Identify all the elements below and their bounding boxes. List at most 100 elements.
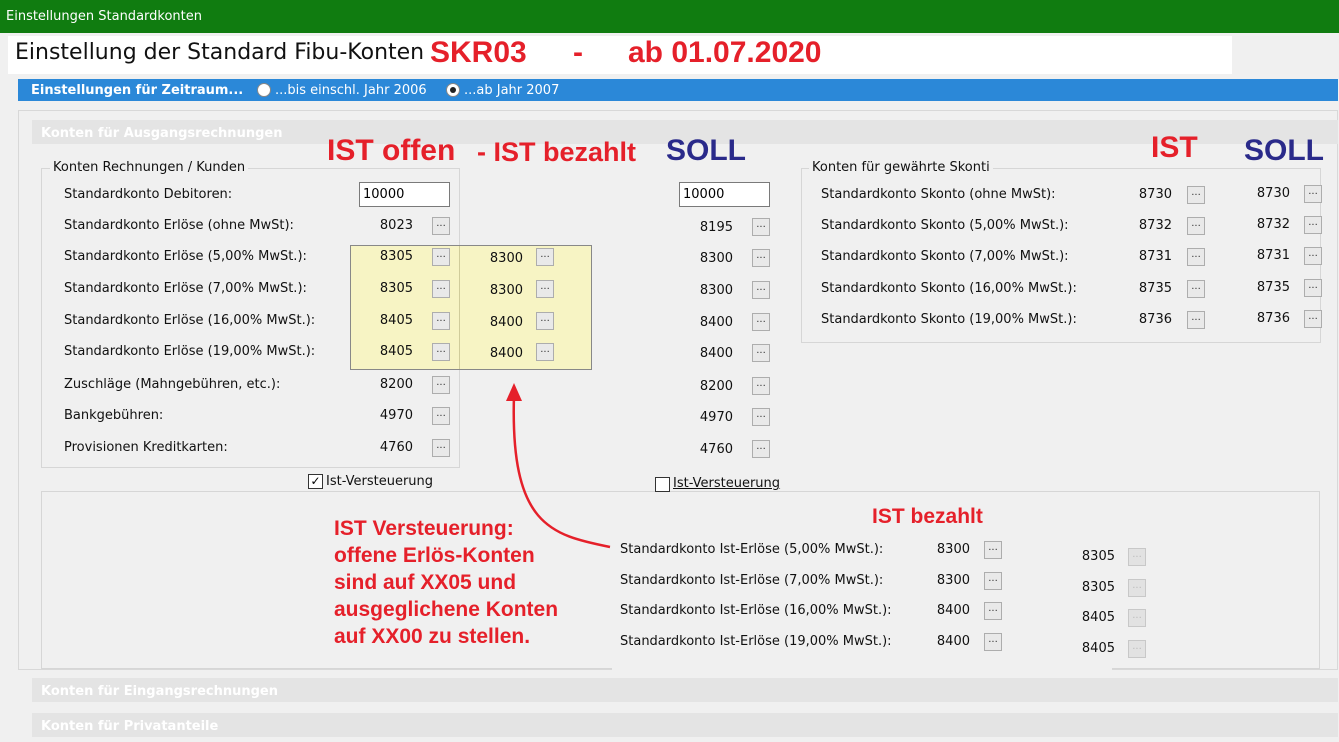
ist-erloese-disabled-value: 8305: [1081, 580, 1115, 595]
ist-offen-picker-button[interactable]: ...: [432, 217, 450, 235]
debitoren-soll-input[interactable]: 10000: [679, 182, 770, 207]
annot-ist-right: IST: [1151, 131, 1198, 164]
annot-note-line: auf XX00 zu stellen.: [334, 625, 531, 648]
account-row-label: Standardkonto Erlöse (ohne MwSt):: [64, 218, 294, 233]
account-row-label: Standardkonto Erlöse (7,00% MwSt.):: [64, 281, 307, 296]
ist-erloese-disabled-picker-button: ...: [1128, 579, 1146, 597]
ist-erloese-picker-button[interactable]: ...: [984, 633, 1002, 651]
ist-offen-value: 8305: [379, 281, 413, 296]
soll-picker-button[interactable]: ...: [752, 408, 770, 426]
ist-versteuerung-checkbox-left[interactable]: ✓: [308, 474, 323, 489]
ist-erloese-label: Standardkonto Ist-Erlöse (5,00% MwSt.):: [620, 542, 884, 557]
ist-bezahlt-picker-button[interactable]: ...: [536, 343, 554, 361]
ist-erloese-disabled-value: 8405: [1081, 610, 1115, 625]
ist-versteuerung-label-left: Ist-Versteuerung: [326, 474, 434, 489]
ist-offen-value: 8023: [379, 218, 413, 233]
soll-value: 4970: [699, 410, 733, 425]
soll-picker-button[interactable]: ...: [752, 440, 770, 458]
ist-erloese-picker-button[interactable]: ...: [984, 602, 1002, 620]
ist-erloese-value: 8300: [936, 573, 970, 588]
ist-versteuerung-checkbox-right[interactable]: [655, 477, 670, 492]
soll-picker-button[interactable]: ...: [752, 218, 770, 236]
ist-erloese-picker-button[interactable]: ...: [984, 541, 1002, 559]
skonto-soll-picker-button[interactable]: ...: [1304, 247, 1322, 265]
ist-bezahlt-picker-button[interactable]: ...: [536, 280, 554, 298]
radio-bis-2006[interactable]: [257, 83, 271, 97]
ist-bezahlt-value: 8400: [489, 346, 523, 361]
annot-skr: SKR03: [430, 36, 527, 69]
soll-value: 8300: [699, 283, 733, 298]
ist-bezahlt-picker-button[interactable]: ...: [536, 312, 554, 330]
skonto-ist-picker-button[interactable]: ...: [1187, 248, 1205, 266]
page-title: Einstellung der Standard Fibu-Konten: [15, 40, 425, 65]
radio-bis-2006-label: ...bis einschl. Jahr 2006: [275, 83, 427, 98]
skonto-ist-picker-button[interactable]: ...: [1187, 186, 1205, 204]
annot-soll: SOLL: [666, 134, 746, 167]
ist-bezahlt-value: 8300: [489, 283, 523, 298]
soll-picker-button[interactable]: ...: [752, 281, 770, 299]
ist-erloese-disabled-value: 8405: [1081, 641, 1115, 656]
ist-offen-value: 8305: [379, 249, 413, 264]
ist-offen-value: 4760: [379, 440, 413, 455]
window-titlebar: Einstellungen Standardkonten: [0, 0, 1339, 33]
zeitraum-label: Einstellungen für Zeitraum...: [31, 83, 244, 98]
section-eingang-header[interactable]: Konten für Eingangsrechnungen: [32, 678, 1338, 702]
ist-bezahlt-value: 8300: [489, 251, 523, 266]
ist-erloese-disabled-picker-button: ...: [1128, 548, 1146, 566]
ist-offen-picker-button[interactable]: ...: [432, 439, 450, 457]
ist-offen-value: 8405: [379, 344, 413, 359]
section-eingang-title: Konten für Eingangsrechnungen: [41, 684, 278, 699]
section-privat-header[interactable]: Konten für Privatanteile: [32, 713, 1338, 737]
annot-ist-bezahlt: - IST bezahlt: [477, 137, 637, 167]
section-privat-title: Konten für Privatanteile: [41, 719, 219, 734]
ist-erloese-picker-button[interactable]: ...: [984, 572, 1002, 590]
ist-offen-picker-button[interactable]: ...: [432, 407, 450, 425]
skonto-soll-picker-button[interactable]: ...: [1304, 279, 1322, 297]
annot-note-line: ausgeglichene Konten: [334, 598, 559, 621]
ist-offen-picker-button[interactable]: ...: [432, 343, 450, 361]
soll-picker-button[interactable]: ...: [752, 344, 770, 362]
ist-bezahlt-value: 8400: [489, 315, 523, 330]
skonto-soll-value: 8732: [1256, 217, 1290, 232]
soll-value: 4760: [699, 442, 733, 457]
ist-erloese-value: 8400: [936, 603, 970, 618]
soll-picker-button[interactable]: ...: [752, 313, 770, 331]
account-row-label: Standardkonto Erlöse (5,00% MwSt.):: [64, 249, 307, 264]
annot-arrow: [506, 383, 611, 549]
annot-dash: -: [573, 36, 583, 69]
section-ausgang-title: Konten für Ausgangsrechnungen: [41, 126, 283, 141]
debitoren-ist-input[interactable]: 10000: [359, 182, 450, 207]
account-row-label: Standardkonto Erlöse (19,00% MwSt.):: [64, 344, 316, 359]
soll-picker-button[interactable]: ...: [752, 249, 770, 267]
skonto-soll-picker-button[interactable]: ...: [1304, 310, 1322, 328]
skonto-soll-picker-button[interactable]: ...: [1304, 216, 1322, 234]
skonto-soll-value: 8731: [1256, 248, 1290, 263]
skonto-soll-picker-button[interactable]: ...: [1304, 185, 1322, 203]
ist-offen-picker-button[interactable]: ...: [432, 280, 450, 298]
ist-offen-value: 4970: [379, 408, 413, 423]
annot-ist-bezahlt-lower: IST bezahlt: [872, 505, 983, 528]
ist-offen-picker-button[interactable]: ...: [432, 376, 450, 394]
skonto-row-label: Standardkonto Skonto (5,00% MwSt.):: [821, 218, 1069, 233]
highlight-divider: [459, 246, 460, 369]
skonto-ist-value: 8730: [1138, 187, 1172, 202]
ist-versteuerung-label-right: Ist-Versteuerung: [673, 476, 781, 491]
skonto-ist-picker-button[interactable]: ...: [1187, 217, 1205, 235]
ist-offen-picker-button[interactable]: ...: [432, 312, 450, 330]
skonto-ist-picker-button[interactable]: ...: [1187, 311, 1205, 329]
soll-value: 8195: [699, 220, 733, 235]
ist-bezahlt-picker-button[interactable]: ...: [536, 248, 554, 266]
skonto-row-label: Standardkonto Skonto (ohne MwSt):: [821, 187, 1056, 202]
soll-value: 8400: [699, 315, 733, 330]
ist-erloese-disabled-picker-button: ...: [1128, 640, 1146, 658]
ist-erloese-label: Standardkonto Ist-Erlöse (16,00% MwSt.):: [620, 603, 892, 618]
skonto-row-label: Standardkonto Skonto (19,00% MwSt.):: [821, 312, 1077, 327]
skonto-ist-picker-button[interactable]: ...: [1187, 280, 1205, 298]
annot-soll-right: SOLL: [1244, 134, 1324, 167]
soll-picker-button[interactable]: ...: [752, 377, 770, 395]
annot-ist-offen: IST offen: [327, 134, 456, 167]
ist-offen-picker-button[interactable]: ...: [432, 248, 450, 266]
skonto-row-label: Standardkonto Skonto (16,00% MwSt.):: [821, 281, 1077, 296]
ist-erloese-value: 8400: [936, 634, 970, 649]
radio-ab-2007[interactable]: [446, 83, 460, 97]
